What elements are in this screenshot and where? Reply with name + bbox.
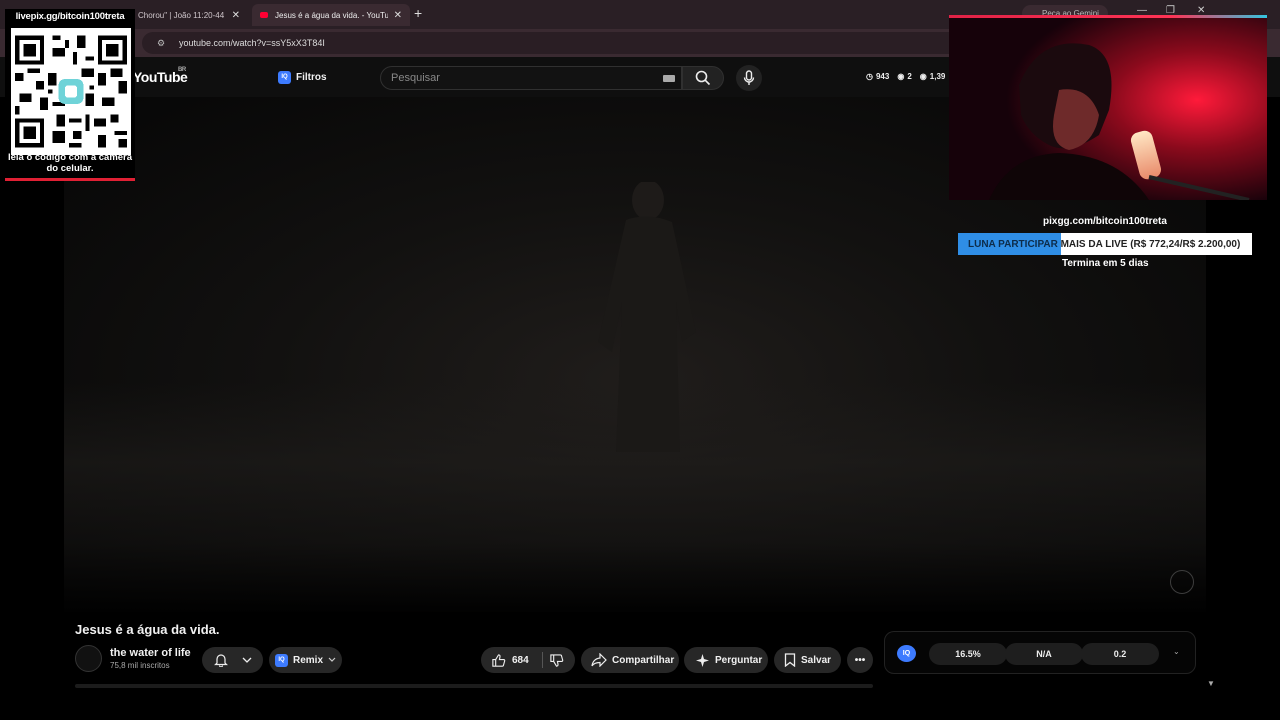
more-icon: ••• [854, 654, 866, 666]
filters-label: Filtros [296, 71, 327, 83]
like-divider [541, 652, 543, 668]
goal-label: LUNA PARTICIPAR MAIS DA LIVE (R$ 772,24/… [958, 239, 1240, 250]
chevron-down-icon [328, 657, 336, 662]
new-tab-button[interactable]: + [414, 5, 422, 21]
iq-metric: 16.5% [929, 643, 1007, 665]
bell-icon [214, 654, 228, 667]
iq-extension-icon[interactable]: IQ [897, 645, 916, 662]
chevron-down-icon [242, 657, 252, 663]
ask-label: Perguntar [715, 654, 763, 666]
save-button[interactable]: Salvar [774, 647, 841, 673]
youtube-logo[interactable]: YouTube BR [133, 67, 188, 85]
like-dislike-group: 684 [481, 647, 575, 673]
thumbs-down-icon[interactable] [549, 653, 564, 668]
share-label: Compartilhar [612, 654, 675, 666]
eye-icon: ◉ [897, 72, 905, 81]
iq-metric: N/A [1005, 643, 1083, 665]
qr-code [11, 28, 131, 155]
keyboard-icon[interactable] [663, 75, 675, 82]
goal-highlight: LUNA PARTICIPAR [968, 238, 1058, 250]
webcam-feed [949, 18, 1267, 200]
clock-icon: ◷ [866, 72, 873, 81]
share-icon [591, 653, 607, 667]
thumbs-up-icon[interactable] [491, 653, 506, 668]
site-settings-icon[interactable]: ⚙ [150, 38, 172, 49]
sparkle-icon [696, 653, 709, 667]
qr-donation-overlay: livepix.gg/bitcoin100treta leia o código… [5, 9, 135, 181]
close-tab-icon[interactable]: ✕ [394, 10, 402, 21]
search-input[interactable] [391, 72, 641, 84]
filters-button[interactable]: IQ Filtros [270, 65, 335, 89]
webcam-accent-bar [949, 15, 1267, 18]
stat-watching: ◉ 2 [897, 72, 912, 81]
extension-stats: ◷ 943 ◉ 2 ◉ 1,39 [866, 72, 945, 81]
region-code: BR [178, 67, 186, 73]
iq-metric: 0.2 [1081, 643, 1159, 665]
remix-label: Remix [293, 654, 324, 666]
goal-ends-text: Termina em 5 dias [1062, 258, 1149, 269]
subscriber-count: 75,8 mil inscritos [110, 661, 170, 670]
tab-chorou[interactable]: Chorou" | João 11:20-44 ✕ [130, 4, 248, 26]
chevron-down-icon[interactable]: ⌄ [1173, 647, 1180, 656]
iq-extension-icon: IQ [278, 70, 291, 84]
channel-name[interactable]: the water of life [110, 647, 191, 659]
stat-views: ◷ 943 [866, 72, 890, 81]
tab-title: Chorou" | João 11:20-44 [138, 10, 225, 20]
qr-url: livepix.gg/bitcoin100treta [15, 11, 125, 22]
url-text[interactable]: youtube.com/watch?v=ssY5xX3T84I [179, 38, 325, 48]
remix-button[interactable]: IQ Remix [269, 647, 342, 673]
voice-search-button[interactable] [736, 65, 762, 91]
video-frame-figure [598, 182, 696, 452]
search-icon [695, 70, 711, 86]
eye-icon: ◉ [919, 72, 927, 81]
donation-goal-bar: LUNA PARTICIPAR MAIS DA LIVE (R$ 772,24/… [958, 233, 1252, 255]
stat-total: ◉ 1,39 [919, 72, 946, 81]
address-bar[interactable]: ⚙ youtube.com/watch?v=ssY5xX3T84I [142, 32, 962, 54]
channel-avatar[interactable] [75, 645, 102, 672]
iq-extension-icon: IQ [275, 653, 288, 667]
close-tab-icon[interactable]: ✕ [232, 10, 240, 21]
ask-button[interactable]: Perguntar [684, 647, 768, 673]
tab-youtube-video[interactable]: Jesus é a água da vida. - YouTube ✕ [252, 4, 410, 26]
youtube-favicon-icon [260, 12, 268, 18]
notifications-button[interactable] [202, 647, 263, 673]
search-button[interactable] [682, 66, 724, 90]
description-bar[interactable] [75, 684, 873, 688]
iq-extension-panel: IQ 16.5% N/A 0.2 ⌄ [884, 631, 1196, 674]
like-count[interactable]: 684 [512, 655, 529, 666]
goal-text: MAIS DA LIVE (R$ 772,24/R$ 2.200,00) [1057, 238, 1241, 250]
share-button[interactable]: Compartilhar [581, 647, 679, 673]
search-box[interactable] [380, 66, 682, 90]
qr-caption: leia o código com a câmera do celular. [7, 152, 133, 174]
bookmark-icon [784, 653, 796, 667]
pix-url: pixgg.com/bitcoin100treta [1043, 216, 1167, 227]
tab-title: Jesus é a água da vida. - YouTube [275, 10, 388, 20]
video-title: Jesus é a água da vida. [75, 622, 220, 637]
channel-watermark-icon[interactable] [1170, 570, 1194, 594]
more-actions-button[interactable]: ••• [847, 647, 873, 673]
webcam-overlay [949, 15, 1267, 200]
scroll-down-arrow-icon[interactable]: ▼ [1207, 679, 1215, 688]
microphone-icon [743, 70, 755, 85]
save-label: Salvar [801, 654, 832, 666]
